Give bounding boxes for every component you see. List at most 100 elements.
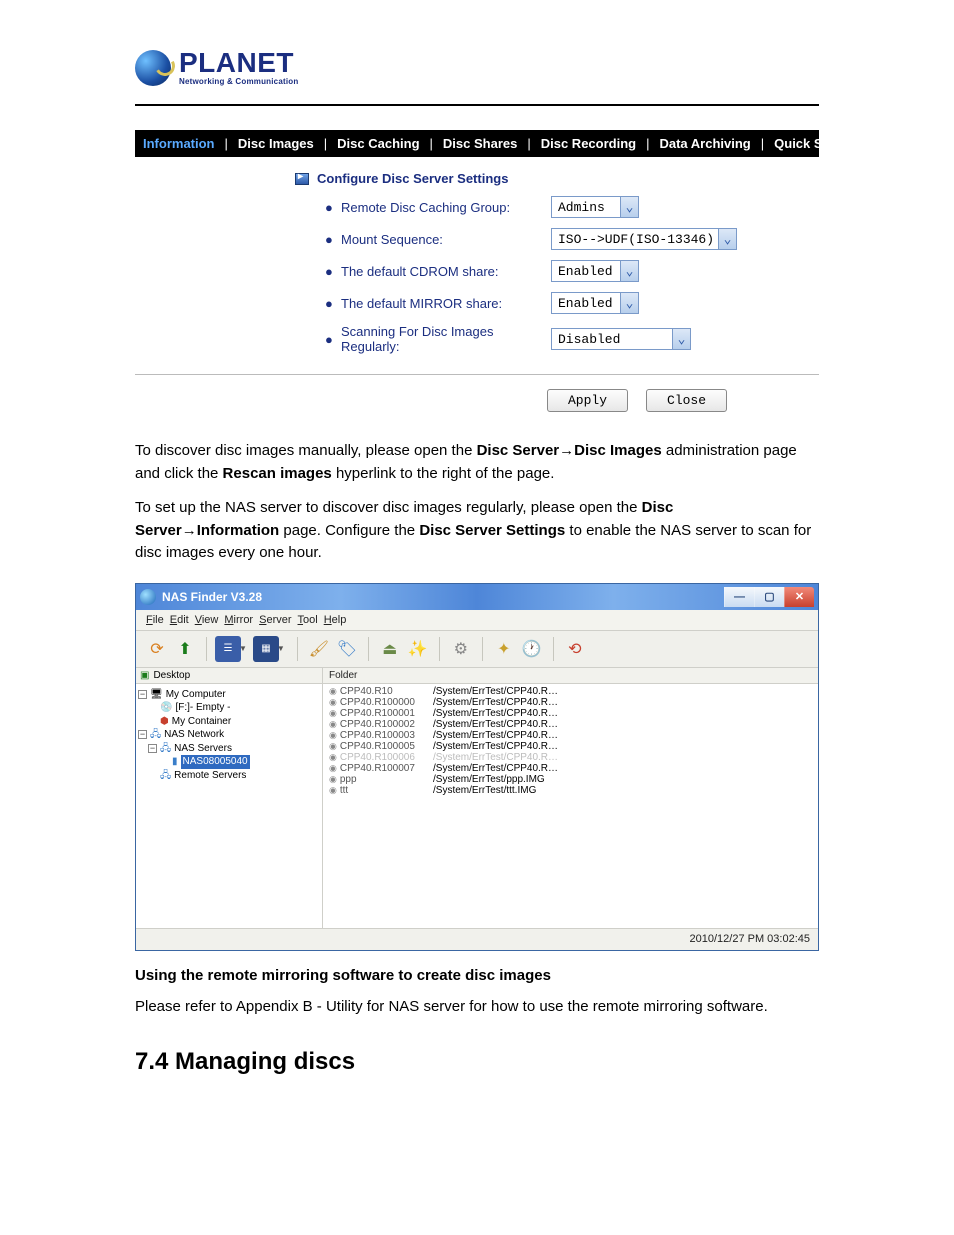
nav-information[interactable]: Information	[143, 136, 215, 151]
nav-disc-images[interactable]: Disc Images	[238, 136, 314, 151]
cfg-label: The default MIRROR share:	[341, 296, 551, 311]
menu-help[interactable]: Help	[324, 614, 347, 626]
tree-item[interactable]: My Computer	[166, 688, 226, 702]
computer-icon: 🖥	[150, 688, 163, 702]
list-item[interactable]: ◉CPP40.R100000/System/ErrTest/CPP40.R…	[323, 697, 818, 708]
nav-sep: |	[221, 136, 232, 151]
disc-icon: ◉	[329, 752, 337, 763]
paragraph: To set up the NAS server to discover dis…	[135, 497, 819, 565]
menu-view[interactable]: View	[195, 614, 219, 626]
brand-logo: PLANET Networking & Communication	[135, 50, 819, 86]
list-item[interactable]: ◉CPP40.R100007/System/ErrTest/CPP40.R…	[323, 763, 818, 774]
select-value: Enabled	[558, 264, 620, 279]
menu-edit[interactable]: Edit	[170, 614, 189, 626]
list-item[interactable]: ◉CPP40.R100002/System/ErrTest/CPP40.R…	[323, 719, 818, 730]
menu-mirror[interactable]: Mirror	[224, 614, 253, 626]
cfg-label: Remote Disc Caching Group:	[341, 200, 551, 215]
cdrom-share-select[interactable]: Enabled ⌄	[551, 260, 639, 282]
bullet-icon: ●	[325, 296, 341, 311]
dropdown-icon[interactable]: ▼	[239, 644, 247, 653]
view-grid-icon[interactable]: ▦	[253, 636, 279, 662]
tree-item[interactable]: Remote Servers	[174, 769, 246, 783]
brush-icon[interactable]: 🖌	[306, 636, 332, 662]
config-heading: Configure Disc Server Settings	[317, 171, 508, 186]
disc-icon: ◉	[329, 719, 337, 730]
remote-caching-group-select[interactable]: Admins ⌄	[551, 196, 639, 218]
tree-item[interactable]: NAS Servers	[174, 742, 232, 756]
bullet-icon: ●	[325, 264, 341, 279]
sync-icon[interactable]: ⟲	[562, 636, 588, 662]
toolbar: ⟳ ⬆ ☰ ▼ ▦ ▼ 🖌 🏷 ⏏ ✨ ⚙ ✦ 🕐 ⟲	[136, 631, 818, 668]
list-item[interactable]: ◉CPP40.R100003/System/ErrTest/CPP40.R…	[323, 730, 818, 741]
apply-button[interactable]: Apply	[547, 389, 628, 412]
subheading: Using the remote mirroring software to c…	[135, 967, 819, 984]
tree-item[interactable]: My Container	[172, 715, 231, 729]
nav-disc-caching[interactable]: Disc Caching	[337, 136, 419, 151]
tree-header[interactable]: ▣ Desktop	[136, 668, 322, 684]
window-title: NAS Finder V3.28	[162, 590, 262, 604]
view-list-icon[interactable]: ☰	[215, 636, 241, 662]
collapse-icon[interactable]: −	[138, 730, 147, 739]
chevron-down-icon: ⌄	[672, 329, 690, 349]
nav-disc-recording[interactable]: Disc Recording	[541, 136, 636, 151]
nav-data-archiving[interactable]: Data Archiving	[659, 136, 750, 151]
select-value: Admins	[558, 200, 620, 215]
menubar: File Edit View Mirror Server Tool Help	[136, 610, 818, 631]
tree-item[interactable]: [F:]- Empty -	[175, 701, 230, 715]
nav-sep: |	[320, 136, 331, 151]
list-item[interactable]: ◉ttt/System/ErrTest/ttt.IMG	[323, 785, 818, 796]
dropdown-icon[interactable]: ▼	[277, 644, 285, 653]
gear-icon[interactable]: ⚙	[448, 636, 474, 662]
list-item[interactable]: ◉CPP40.R100001/System/ErrTest/CPP40.R…	[323, 708, 818, 719]
nav-quick-setup[interactable]: Quick Setup	[774, 136, 850, 151]
disc-icon: ◉	[329, 697, 337, 708]
list-item[interactable]: ◉CPP40.R100005/System/ErrTest/CPP40.R…	[323, 741, 818, 752]
disc-icon: ◉	[329, 785, 337, 796]
mount-sequence-select[interactable]: ISO-->UDF(ISO-13346) ⌄	[551, 228, 737, 250]
nav-sep: |	[426, 136, 437, 151]
refresh-icon[interactable]: ⟳	[144, 636, 170, 662]
clock-icon[interactable]: 🕐	[519, 636, 545, 662]
list-item[interactable]: ◉CPP40.R100006/System/ErrTest/CPP40.R…	[323, 752, 818, 763]
menu-tool[interactable]: Tool	[298, 614, 318, 626]
up-icon[interactable]: ⬆	[172, 636, 198, 662]
disc-icon: ◉	[329, 774, 337, 785]
top-nav: Information | Disc Images | Disc Caching…	[135, 130, 819, 157]
config-panel: Configure Disc Server Settings ● Remote …	[135, 157, 819, 375]
toolbar-sep	[439, 637, 440, 661]
collapse-icon[interactable]: −	[138, 690, 147, 699]
config-icon	[295, 173, 309, 185]
list-item[interactable]: ◉ppp/System/ErrTest/ppp.IMG	[323, 774, 818, 785]
cfg-label: Mount Sequence:	[341, 232, 551, 247]
list-item[interactable]: ◉CPP40.R10/System/ErrTest/CPP40.R…	[323, 686, 818, 697]
collapse-icon[interactable]: −	[148, 744, 157, 753]
nav-disc-shares[interactable]: Disc Shares	[443, 136, 517, 151]
minimize-button[interactable]: —	[724, 587, 754, 607]
wand-icon[interactable]: ✦	[491, 636, 517, 662]
scan-regularly-select[interactable]: Disabled ⌄	[551, 328, 691, 350]
tag-icon[interactable]: 🏷	[334, 636, 360, 662]
disc-icon: ◉	[329, 686, 337, 697]
select-value: Enabled	[558, 296, 620, 311]
maximize-button[interactable]: ▢	[754, 587, 784, 607]
servers-icon: 🖧	[160, 769, 171, 783]
disc-icon: ◉	[329, 763, 337, 774]
container-icon: ⬢	[160, 715, 169, 729]
nas-finder-window: NAS Finder V3.28 — ▢ ✕ File Edit View Mi…	[135, 583, 819, 951]
section-heading: 7.4 Managing discs	[135, 1048, 819, 1076]
close-button[interactable]: Close	[646, 389, 727, 412]
window-titlebar[interactable]: NAS Finder V3.28 — ▢ ✕	[136, 584, 818, 610]
clean-icon[interactable]: ✨	[405, 636, 431, 662]
select-value: ISO-->UDF(ISO-13346)	[558, 232, 718, 247]
eject-icon[interactable]: ⏏	[377, 636, 403, 662]
disc-icon: ◉	[329, 708, 337, 719]
tree-item-selected[interactable]: NAS08005040	[181, 755, 250, 769]
menu-server[interactable]: Server	[259, 614, 291, 626]
mirror-share-select[interactable]: Enabled ⌄	[551, 292, 639, 314]
list-header[interactable]: Folder	[323, 668, 818, 684]
tree-item[interactable]: NAS Network	[164, 728, 224, 742]
toolbar-sep	[553, 637, 554, 661]
nav-sep: |	[757, 136, 768, 151]
close-button[interactable]: ✕	[784, 587, 814, 607]
menu-file[interactable]: File	[146, 614, 164, 626]
